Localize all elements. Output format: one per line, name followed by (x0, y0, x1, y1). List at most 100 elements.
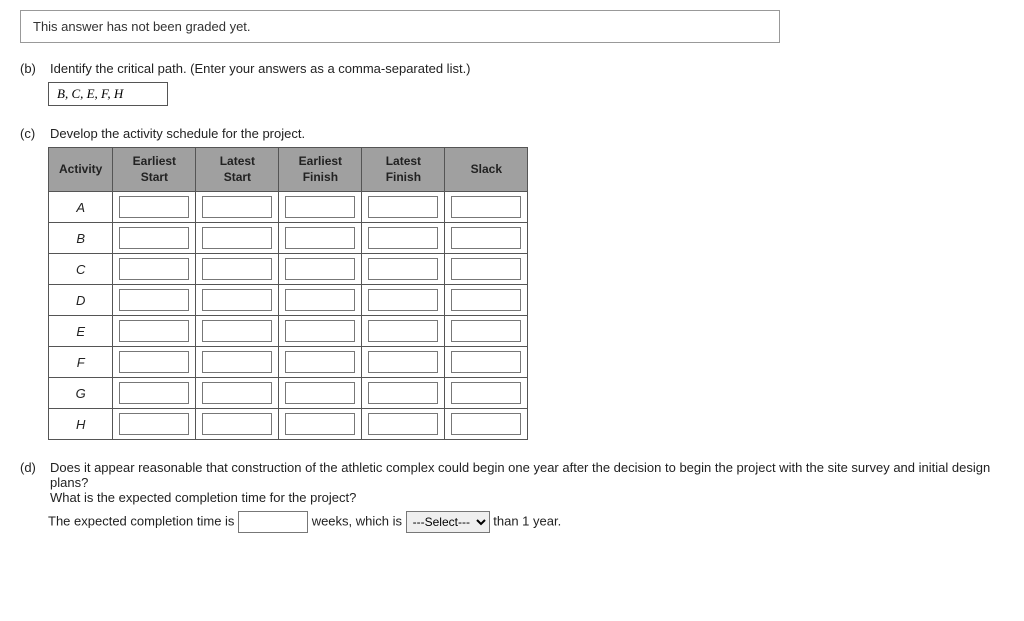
cell-earliest-start (113, 378, 196, 409)
input-slack-f[interactable] (451, 351, 521, 373)
section-c: (c) Develop the activity schedule for th… (20, 126, 1004, 440)
cell-earliest-start (113, 409, 196, 440)
input-earliest-start-c[interactable] (119, 258, 189, 280)
weeks-label: weeks, which is (312, 514, 402, 529)
input-earliest-finish-e[interactable] (285, 320, 355, 342)
input-earliest-finish-d[interactable] (285, 289, 355, 311)
cell-slack (445, 378, 528, 409)
input-earliest-finish-a[interactable] (285, 196, 355, 218)
input-latest-finish-h[interactable] (368, 413, 438, 435)
input-earliest-finish-f[interactable] (285, 351, 355, 373)
input-latest-start-b[interactable] (202, 227, 272, 249)
activity-cell: A (49, 192, 113, 223)
cell-earliest-finish (279, 254, 362, 285)
input-latest-finish-b[interactable] (368, 227, 438, 249)
cell-earliest-start (113, 285, 196, 316)
activity-cell: G (49, 378, 113, 409)
input-earliest-start-e[interactable] (119, 320, 189, 342)
input-slack-h[interactable] (451, 413, 521, 435)
input-latest-start-h[interactable] (202, 413, 272, 435)
input-latest-start-d[interactable] (202, 289, 272, 311)
input-earliest-start-d[interactable] (119, 289, 189, 311)
cell-latest-finish (362, 254, 445, 285)
cell-latest-finish (362, 347, 445, 378)
table-row: E (49, 316, 528, 347)
than-label: than 1 year. (493, 514, 561, 529)
section-b: (b) Identify the critical path. (Enter y… (20, 61, 1004, 106)
cell-earliest-start (113, 316, 196, 347)
not-graded-notice: This answer has not been graded yet. (20, 10, 780, 43)
cell-slack (445, 223, 528, 254)
cell-earliest-finish (279, 285, 362, 316)
input-latest-start-e[interactable] (202, 320, 272, 342)
input-slack-d[interactable] (451, 289, 521, 311)
table-row: C (49, 254, 528, 285)
cell-earliest-finish (279, 347, 362, 378)
cell-slack (445, 347, 528, 378)
input-slack-g[interactable] (451, 382, 521, 404)
input-earliest-start-a[interactable] (119, 196, 189, 218)
input-slack-a[interactable] (451, 196, 521, 218)
cell-earliest-start (113, 254, 196, 285)
part-b-letter: (b) (20, 61, 44, 76)
activity-cell: D (49, 285, 113, 316)
cell-latest-finish (362, 223, 445, 254)
input-latest-finish-g[interactable] (368, 382, 438, 404)
input-latest-start-a[interactable] (202, 196, 272, 218)
cell-latest-start (196, 378, 279, 409)
cell-latest-start (196, 316, 279, 347)
cell-earliest-finish (279, 316, 362, 347)
input-earliest-start-g[interactable] (119, 382, 189, 404)
critical-path-input[interactable] (48, 82, 168, 106)
activity-cell: H (49, 409, 113, 440)
part-b-label: Identify the critical path. (Enter your … (50, 61, 471, 76)
input-latest-finish-f[interactable] (368, 351, 438, 373)
input-latest-start-g[interactable] (202, 382, 272, 404)
part-c-label: Develop the activity schedule for the pr… (50, 126, 305, 141)
input-latest-finish-e[interactable] (368, 320, 438, 342)
cell-latest-start (196, 192, 279, 223)
cell-slack (445, 254, 528, 285)
cell-latest-finish (362, 316, 445, 347)
cell-latest-finish (362, 378, 445, 409)
input-latest-start-c[interactable] (202, 258, 272, 280)
input-slack-e[interactable] (451, 320, 521, 342)
part-d-completion-row: The expected completion time is weeks, w… (48, 511, 1004, 533)
cell-earliest-start (113, 223, 196, 254)
cell-earliest-finish (279, 378, 362, 409)
activity-cell: E (49, 316, 113, 347)
part-d-text1: Does it appear reasonable that construct… (50, 460, 1004, 505)
cell-slack (445, 192, 528, 223)
input-earliest-start-b[interactable] (119, 227, 189, 249)
input-earliest-finish-c[interactable] (285, 258, 355, 280)
not-graded-text: This answer has not been graded yet. (33, 19, 251, 34)
completion-time-input[interactable] (238, 511, 308, 533)
cell-latest-start (196, 347, 279, 378)
cell-earliest-finish (279, 223, 362, 254)
input-earliest-start-f[interactable] (119, 351, 189, 373)
input-slack-c[interactable] (451, 258, 521, 280)
input-latest-finish-a[interactable] (368, 196, 438, 218)
input-earliest-start-h[interactable] (119, 413, 189, 435)
input-slack-b[interactable] (451, 227, 521, 249)
cell-latest-start (196, 285, 279, 316)
cell-latest-finish (362, 285, 445, 316)
comparison-select[interactable]: ---Select--- less more equal (406, 511, 490, 533)
table-row: A (49, 192, 528, 223)
input-latest-finish-c[interactable] (368, 258, 438, 280)
input-earliest-finish-h[interactable] (285, 413, 355, 435)
input-earliest-finish-b[interactable] (285, 227, 355, 249)
activity-schedule-table: Activity EarliestStart LatestStart Earli… (48, 147, 528, 440)
col-header-latest-finish: LatestFinish (362, 148, 445, 192)
activity-cell: C (49, 254, 113, 285)
section-d: (d) Does it appear reasonable that const… (20, 460, 1004, 533)
col-header-latest-start: LatestStart (196, 148, 279, 192)
table-row: D (49, 285, 528, 316)
col-header-slack: Slack (445, 148, 528, 192)
cell-latest-start (196, 223, 279, 254)
table-row: G (49, 378, 528, 409)
input-latest-start-f[interactable] (202, 351, 272, 373)
cell-latest-finish (362, 409, 445, 440)
input-latest-finish-d[interactable] (368, 289, 438, 311)
input-earliest-finish-g[interactable] (285, 382, 355, 404)
